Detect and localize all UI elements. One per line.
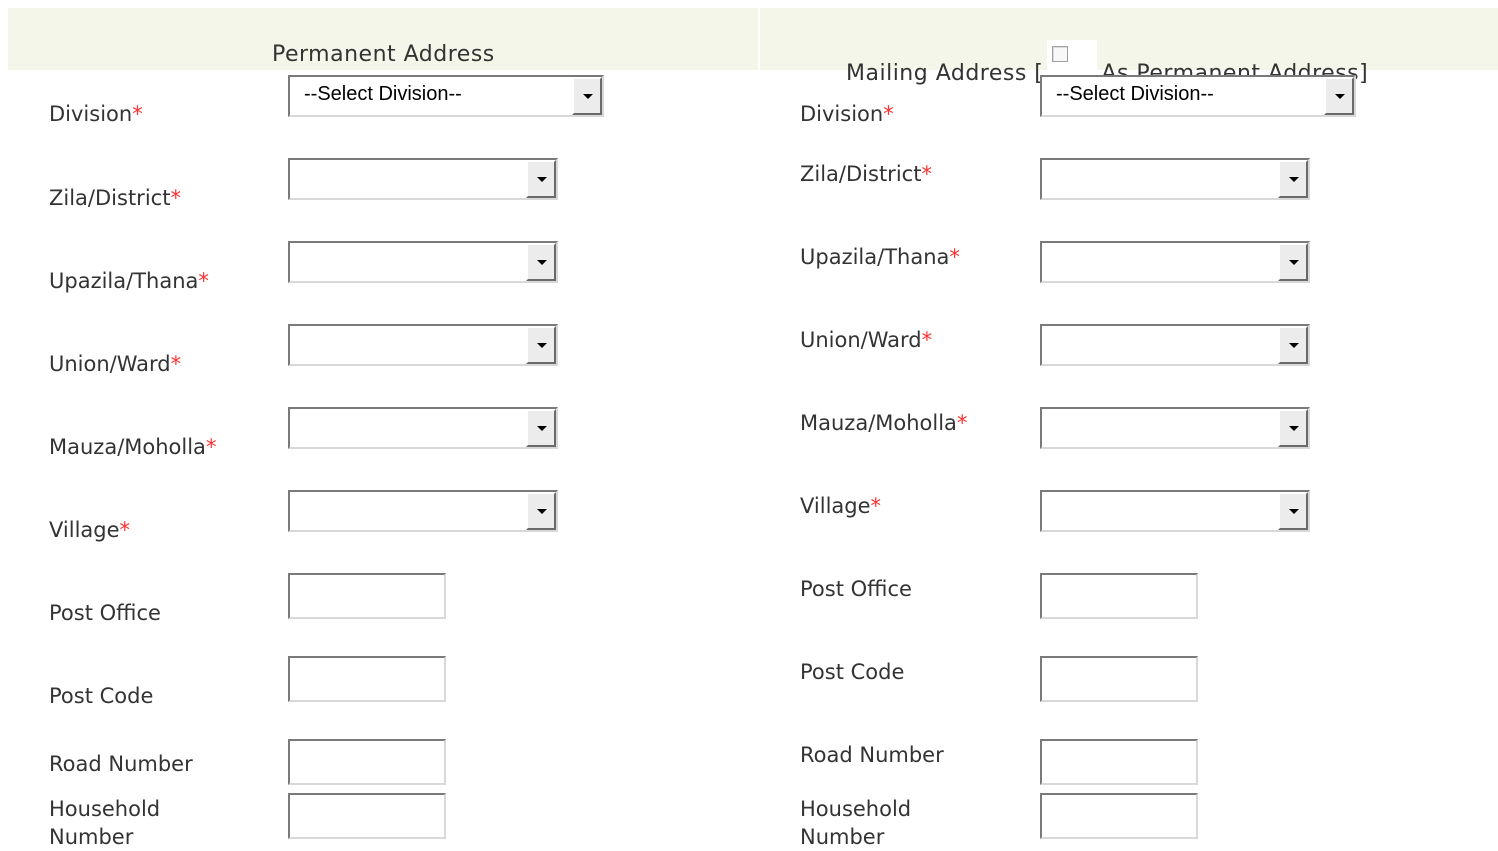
mail-road-number-label: Road Number [800, 743, 944, 767]
perm-division-label: Division* [49, 102, 143, 126]
perm-post-office-label: Post Office [49, 601, 161, 625]
perm-post-code-label: Post Code [49, 684, 154, 708]
required-marker: * [870, 494, 882, 518]
mail-post-code-input[interactable] [1040, 656, 1198, 702]
mail-village-select[interactable] [1040, 490, 1310, 532]
chevron-down-icon[interactable] [572, 77, 602, 115]
chevron-down-icon[interactable] [526, 326, 556, 364]
perm-post-office-input[interactable] [288, 573, 446, 619]
required-marker: * [956, 411, 968, 435]
chevron-down-icon[interactable] [1278, 160, 1308, 198]
required-marker: * [119, 518, 131, 542]
required-marker: * [921, 162, 932, 186]
mail-post-office-input[interactable] [1040, 573, 1198, 619]
chevron-down-icon[interactable] [526, 243, 556, 281]
mail-union-label: Union/Ward* [800, 328, 933, 352]
chevron-down-icon[interactable] [526, 409, 556, 447]
mail-post-office-label: Post Office [800, 577, 912, 601]
chevron-down-icon[interactable] [526, 492, 556, 530]
perm-road-number-label: Road Number [49, 752, 193, 776]
required-marker: * [205, 435, 217, 459]
perm-division-value: --Select Division-- [304, 83, 462, 105]
chevron-down-icon[interactable] [526, 160, 556, 198]
perm-household-number-input[interactable] [288, 793, 446, 839]
mail-division-value: --Select Division-- [1056, 83, 1214, 105]
perm-upazila-label: Upazila/Thana* [49, 269, 209, 293]
perm-household-number-label: Household Number [49, 797, 161, 849]
mail-household-number-input[interactable] [1040, 793, 1198, 839]
perm-village-select[interactable] [288, 490, 558, 532]
chevron-down-icon[interactable] [1278, 326, 1308, 364]
perm-mauza-select[interactable] [288, 407, 558, 449]
mail-village-label: Village* [800, 494, 882, 518]
perm-union-label: Union/Ward* [49, 352, 182, 376]
mail-union-select[interactable] [1040, 324, 1310, 366]
perm-zila-label: Zila/District* [49, 186, 181, 210]
perm-division-select[interactable]: --Select Division-- [288, 75, 604, 117]
required-marker: * [132, 102, 143, 126]
required-marker: * [883, 102, 894, 126]
mail-division-label: Division* [800, 102, 894, 126]
perm-post-code-input[interactable] [288, 656, 446, 702]
perm-road-number-input[interactable] [288, 739, 446, 785]
required-marker: * [921, 328, 933, 352]
mail-household-number-label: Household Number [800, 797, 912, 849]
mail-mauza-label: Mauza/Moholla* [800, 411, 968, 435]
perm-upazila-select[interactable] [288, 241, 558, 283]
chevron-down-icon[interactable] [1278, 492, 1308, 530]
required-marker: * [949, 245, 960, 269]
mail-division-select[interactable]: --Select Division-- [1040, 75, 1356, 117]
required-marker: * [198, 269, 209, 293]
permanent-address-heading: Permanent Address [272, 42, 495, 67]
perm-zila-select[interactable] [288, 158, 558, 200]
mail-road-number-input[interactable] [1040, 739, 1198, 785]
perm-union-select[interactable] [288, 324, 558, 366]
required-marker: * [170, 352, 182, 376]
chevron-down-icon[interactable] [1278, 243, 1308, 281]
required-marker: * [170, 186, 181, 210]
mail-zila-label: Zila/District* [800, 162, 932, 186]
perm-village-label: Village* [49, 518, 131, 542]
checkbox-box[interactable] [1052, 46, 1069, 62]
mail-post-code-label: Post Code [800, 660, 905, 684]
chevron-down-icon[interactable] [1278, 409, 1308, 447]
mailing-address-heading-prefix: Mailing Address [ [846, 61, 1044, 86]
header-divider [758, 8, 760, 70]
mail-upazila-label: Upazila/Thana* [800, 245, 960, 269]
mail-upazila-select[interactable] [1040, 241, 1310, 283]
mail-zila-select[interactable] [1040, 158, 1310, 200]
chevron-down-icon[interactable] [1324, 77, 1354, 115]
perm-mauza-label: Mauza/Moholla* [49, 435, 217, 459]
mail-mauza-select[interactable] [1040, 407, 1310, 449]
